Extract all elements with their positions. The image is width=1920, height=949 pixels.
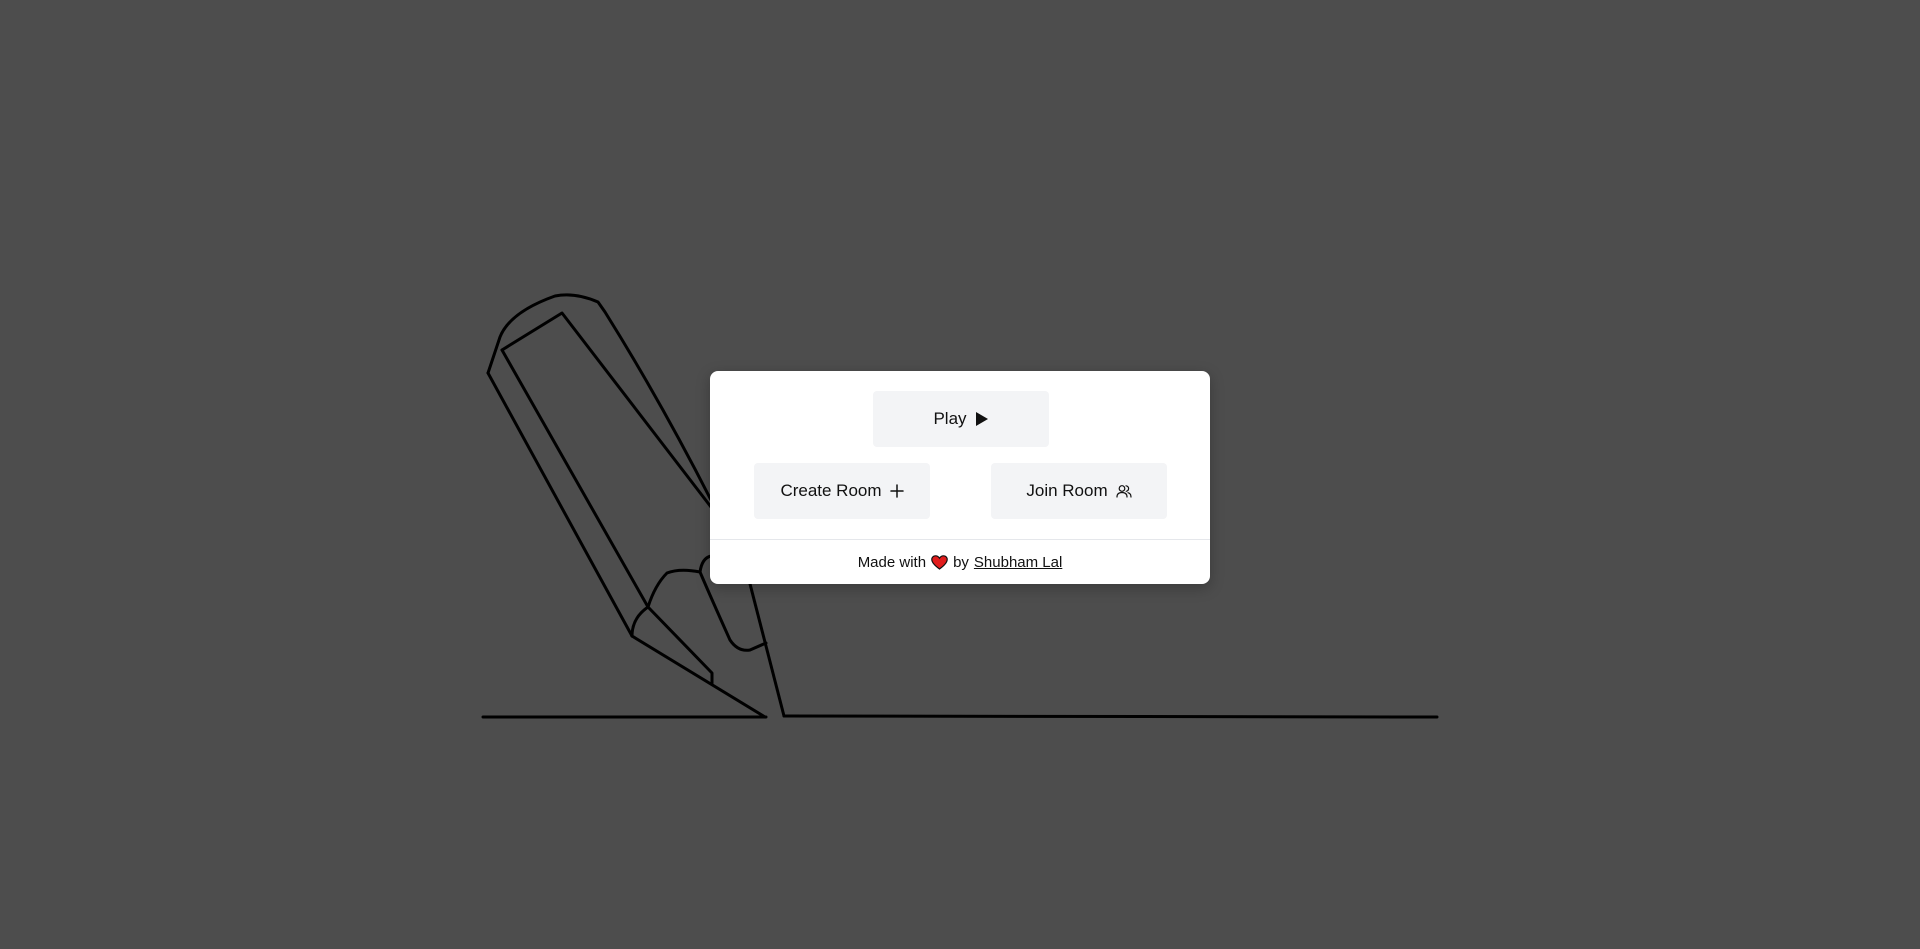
play-icon: [975, 412, 988, 426]
create-room-button-label: Create Room: [780, 481, 882, 500]
made-with-text: Made with: [857, 553, 927, 571]
users-icon: [1116, 485, 1132, 498]
author-link[interactable]: Shubham Lal: [974, 554, 1062, 571]
landing-page: Play Create Room Join Room Made with by …: [0, 0, 1920, 949]
footer-credit: Made with by Shubham Lal: [710, 540, 1210, 584]
join-room-button-label: Join Room: [1026, 481, 1108, 500]
by-text: by: [953, 553, 969, 571]
plus-icon: [889, 484, 904, 498]
join-room-button[interactable]: Join Room: [991, 463, 1167, 519]
heart-icon: [931, 554, 948, 570]
play-button[interactable]: Play: [873, 391, 1049, 447]
play-button-label: Play: [933, 409, 967, 428]
create-room-button[interactable]: Create Room: [754, 463, 930, 519]
main-menu-card: Play Create Room Join Room Made with by …: [710, 371, 1210, 584]
